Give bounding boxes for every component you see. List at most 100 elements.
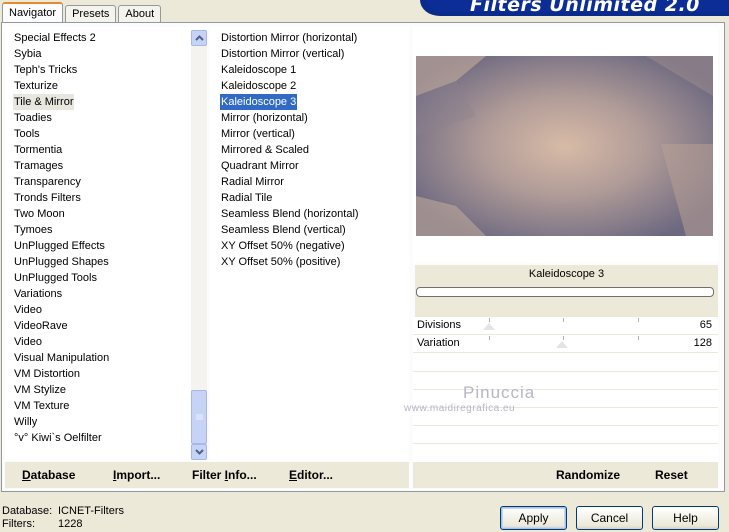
slider-label: Variation xyxy=(417,337,460,349)
filters-status-value: 1228 xyxy=(58,518,83,530)
category-item[interactable]: Video xyxy=(12,302,111,318)
category-item[interactable]: Willy xyxy=(12,414,111,430)
filter-item[interactable]: Mirrored & Scaled xyxy=(219,142,361,158)
category-item-label: Tramages xyxy=(14,160,64,172)
filter-item[interactable]: Kaleidoscope 1 xyxy=(219,62,361,78)
filter-item[interactable]: Mirror (vertical) xyxy=(219,126,361,142)
category-item[interactable]: Teph's Tricks xyxy=(12,62,111,78)
category-scrollbar[interactable] xyxy=(191,30,207,460)
reset-button[interactable]: Reset xyxy=(655,468,688,482)
category-item[interactable]: Tools xyxy=(12,126,111,142)
category-item[interactable]: Transparency xyxy=(12,174,111,190)
category-item-label: Video xyxy=(14,336,42,348)
progress-bar xyxy=(416,287,714,297)
slider-label: Divisions xyxy=(417,319,462,331)
category-item-label: Willy xyxy=(14,416,38,428)
category-item[interactable]: VM Distortion xyxy=(12,366,111,382)
filter-item-label: XY Offset 50% (positive) xyxy=(221,256,341,268)
filter-item[interactable]: Quadrant Mirror xyxy=(219,158,361,174)
category-item[interactable]: Visual Manipulation xyxy=(12,350,111,366)
cancel-button[interactable]: Cancel xyxy=(576,506,643,530)
watermark-name: Pinuccia xyxy=(463,383,536,402)
apply-button[interactable]: Apply xyxy=(500,506,567,530)
filter-item[interactable]: Radial Mirror xyxy=(219,174,361,190)
filters-status-label: Filters: xyxy=(2,518,35,530)
category-item[interactable]: Tymoes xyxy=(12,222,111,238)
database-button[interactable]: Database xyxy=(22,468,75,482)
randomize-button[interactable]: Randomize xyxy=(556,468,620,482)
category-item[interactable]: Two Moon xyxy=(12,206,111,222)
category-item[interactable]: Tormentia xyxy=(12,142,111,158)
category-item[interactable]: Texturize xyxy=(12,78,111,94)
slider-variation[interactable]: Variation 128 xyxy=(413,335,718,353)
database-status-value: ICNET-Filters xyxy=(58,505,124,517)
category-list[interactable]: Special Effects 2 Sybia Teph's Tricks Textu… xyxy=(5,27,207,461)
category-item[interactable]: Tronds Filters xyxy=(12,190,111,206)
slider-pointer[interactable] xyxy=(482,323,495,330)
preview-image xyxy=(416,56,713,236)
filter-list[interactable]: Distortion Mirror (horizontal) Distortion… xyxy=(210,27,409,461)
filter-item[interactable]: Distortion Mirror (vertical) xyxy=(219,46,361,62)
category-item[interactable]: Tile & Mirror xyxy=(12,94,111,110)
category-item[interactable]: VM Stylize xyxy=(12,382,111,398)
filter-item-label: Seamless Blend (horizontal) xyxy=(221,208,359,220)
category-item[interactable]: UnPlugged Shapes xyxy=(12,254,111,270)
category-item-label: UnPlugged Shapes xyxy=(14,256,109,268)
slider-divisions[interactable]: Divisions 65 xyxy=(413,317,718,335)
filter-item[interactable]: Distortion Mirror (horizontal) xyxy=(219,30,361,46)
editor-button[interactable]: Editor... xyxy=(289,468,333,482)
category-item[interactable]: VM Texture xyxy=(12,398,111,414)
category-item[interactable]: °v° Kiwi`s Oelfilter xyxy=(12,430,111,446)
category-item-label: Texturize xyxy=(14,80,59,92)
kaleidoscope-preview-art xyxy=(416,56,713,236)
tab-navigator[interactable]: Navigator xyxy=(2,2,64,23)
scroll-up-button[interactable] xyxy=(191,30,207,46)
category-item[interactable]: Special Effects 2 xyxy=(12,30,111,46)
filter-item[interactable]: XY Offset 50% (negative) xyxy=(219,238,361,254)
filter-item[interactable]: Kaleidoscope 3 xyxy=(219,94,361,110)
filter-items: Distortion Mirror (horizontal) Distortion… xyxy=(219,30,361,270)
category-item[interactable]: UnPlugged Effects xyxy=(12,238,111,254)
category-item-label: Tile & Mirror xyxy=(13,94,75,110)
filter-item-label: Distortion Mirror (horizontal) xyxy=(221,32,358,44)
import-button[interactable]: Import... xyxy=(113,468,160,482)
slider-value: 128 xyxy=(693,337,712,349)
filter-item-label: Seamless Blend (vertical) xyxy=(221,224,346,236)
filter-item-label: Kaleidoscope 2 xyxy=(221,80,297,92)
scroll-thumb[interactable] xyxy=(191,390,207,444)
scroll-down-button[interactable] xyxy=(191,444,207,460)
filter-item[interactable]: Seamless Blend (horizontal) xyxy=(219,206,361,222)
category-item[interactable]: VideoRave xyxy=(12,318,111,334)
slider-value: 65 xyxy=(699,319,712,331)
category-item[interactable]: Toadies xyxy=(12,110,111,126)
filter-info-button[interactable]: Filter Info... xyxy=(192,468,257,482)
chevron-down-icon xyxy=(194,449,204,455)
category-item[interactable]: Video xyxy=(12,334,111,350)
category-item-label: Teph's Tricks xyxy=(14,64,78,76)
slider-pointer[interactable] xyxy=(556,341,569,348)
help-button[interactable]: Help xyxy=(652,506,719,530)
category-item-label: Tronds Filters xyxy=(14,192,81,204)
category-item-label: Tymoes xyxy=(14,224,53,236)
category-item[interactable]: Variations xyxy=(12,286,111,302)
category-item-label: UnPlugged Tools xyxy=(14,272,97,284)
filter-item[interactable]: Kaleidoscope 2 xyxy=(219,78,361,94)
filter-item[interactable]: XY Offset 50% (positive) xyxy=(219,254,361,270)
category-item[interactable]: Sybia xyxy=(12,46,111,62)
tab-about[interactable]: About xyxy=(118,5,162,23)
filter-item[interactable]: Seamless Blend (vertical) xyxy=(219,222,361,238)
category-items: Special Effects 2 Sybia Teph's Tricks Textu… xyxy=(12,30,111,446)
category-item[interactable]: UnPlugged Tools xyxy=(12,270,111,286)
filter-item[interactable]: Radial Tile xyxy=(219,190,361,206)
filter-item-label: Radial Mirror xyxy=(221,176,284,188)
parameter-sliders: Divisions 65 Variation 128 xyxy=(413,317,718,462)
category-item-label: Visual Manipulation xyxy=(14,352,110,364)
tab-presets[interactable]: Presets xyxy=(65,5,117,23)
preview-area xyxy=(413,27,718,263)
filter-item[interactable]: Mirror (horizontal) xyxy=(219,110,361,126)
filter-item-label: Mirrored & Scaled xyxy=(221,144,310,156)
category-item[interactable]: Tramages xyxy=(12,158,111,174)
filter-item-label: Mirror (horizontal) xyxy=(221,112,308,124)
category-item-label: Sybia xyxy=(14,48,42,60)
filter-item-label: Radial Tile xyxy=(221,192,273,204)
